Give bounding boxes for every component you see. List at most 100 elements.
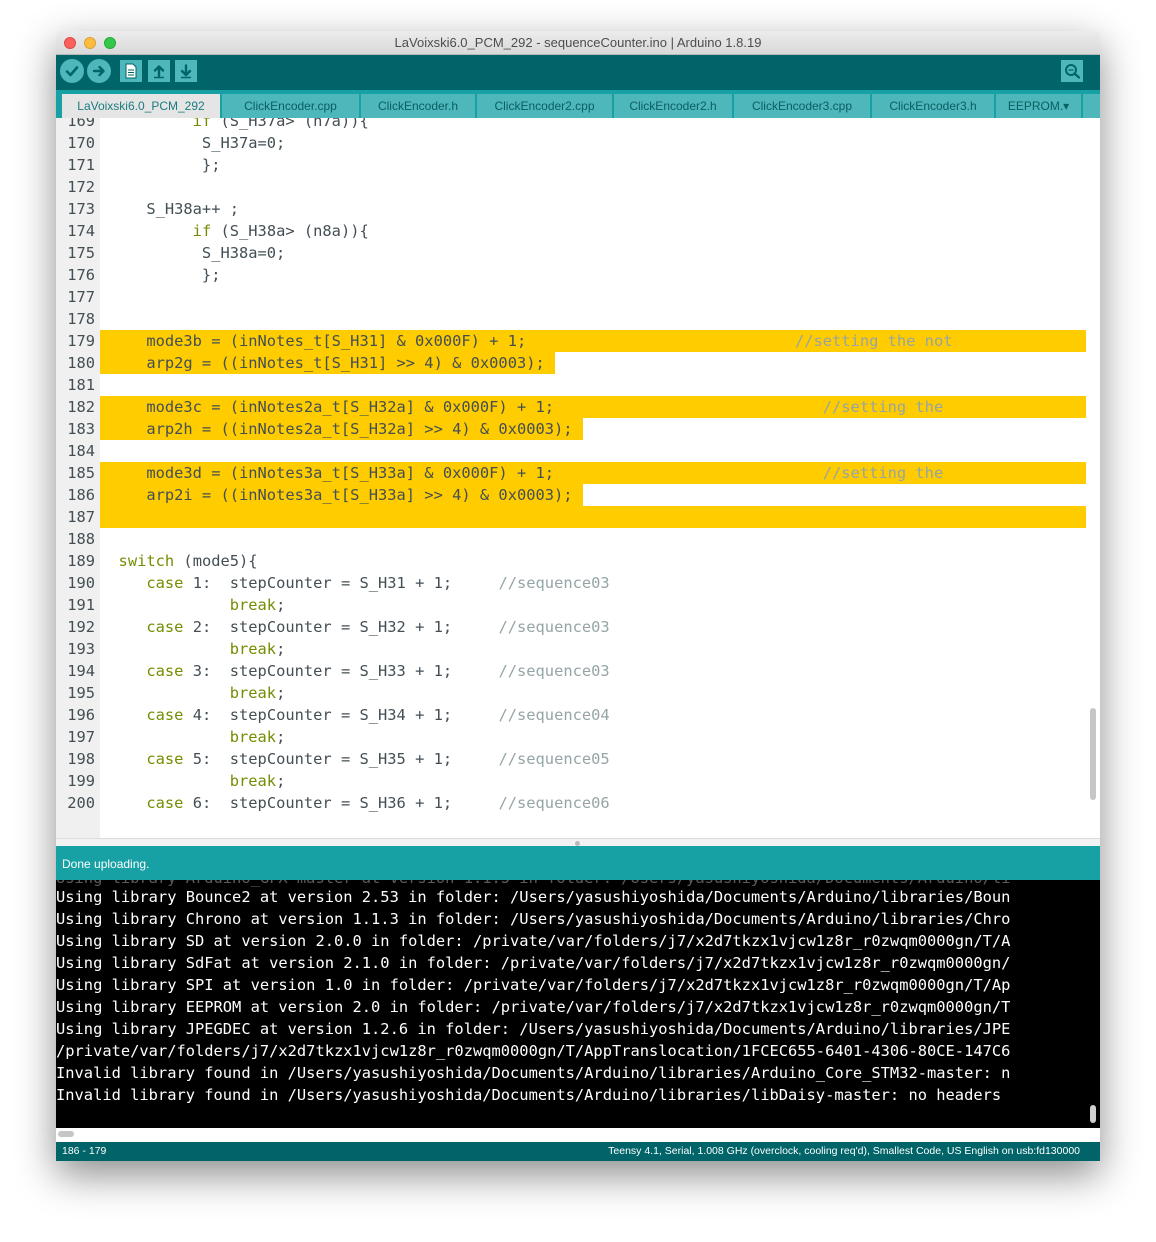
- console-horizontal-scrollbar[interactable]: [58, 1131, 74, 1137]
- code-editor[interactable]: 169 if (S_H37a> (n7a)){170 S_H37a=0; 171 …: [56, 118, 1100, 838]
- console-line: Using library JPEGDEC at version 1.2.6 i…: [56, 1020, 1011, 1038]
- code-line[interactable]: 177: [56, 286, 1086, 308]
- console-scroll-area: [56, 1128, 1100, 1142]
- verify-button[interactable]: [60, 59, 84, 83]
- console-vertical-scrollbar[interactable]: [1090, 1105, 1096, 1123]
- line-number: 195: [67, 684, 95, 702]
- code-line[interactable]: 182 mode3c = (inNotes2a_t[S_H32a] & 0x00…: [56, 396, 1086, 418]
- line-number: 171: [67, 156, 95, 174]
- line-number: 185: [67, 464, 95, 482]
- code-line[interactable]: 185 mode3d = (inNotes3a_t[S_H33a] & 0x00…: [56, 462, 1086, 484]
- line-number: 200: [67, 794, 95, 812]
- code-line[interactable]: 184: [56, 440, 1086, 462]
- code-line[interactable]: 176 };: [56, 264, 1086, 286]
- upload-button[interactable]: [87, 59, 111, 83]
- tab-lavoixski[interactable]: LaVoixski6.0_PCM_292: [62, 94, 220, 118]
- code-text: switch (mode5){: [118, 552, 258, 570]
- line-number: 178: [67, 310, 95, 328]
- console-line: Invalid library found in /Users/yasushiy…: [56, 1086, 1002, 1104]
- tab-clickencoder3-h[interactable]: ClickEncoder3.h: [872, 94, 994, 118]
- tab-clickencoder2-cpp[interactable]: ClickEncoder2.cpp: [477, 94, 612, 118]
- line-number: 196: [67, 706, 95, 724]
- code-line[interactable]: 195 break;: [56, 682, 1086, 704]
- code-text: if (S_H38a> (n8a)){: [192, 222, 369, 240]
- console-output[interactable]: Using library Arduino_GFX-master at vers…: [56, 880, 1100, 1128]
- code-text: case 3: stepCounter = S_H33 + 1; //seque…: [146, 662, 610, 680]
- code-line[interactable]: 198 case 5: stepCounter = S_H35 + 1; //s…: [56, 748, 1086, 770]
- code-line[interactable]: 188: [56, 528, 1086, 550]
- code-line[interactable]: 171 };: [56, 154, 1086, 176]
- code-line[interactable]: 194 case 3: stepCounter = S_H33 + 1; //s…: [56, 660, 1086, 682]
- code-line[interactable]: 180 arp2g = ((inNotes_t[S_H31] >> 4) & 0…: [56, 352, 1086, 374]
- code-text: break;: [229, 640, 286, 658]
- code-text: S_H38a++ ;: [100, 200, 239, 218]
- code-text: case 1: stepCounter = S_H31 + 1; //seque…: [146, 574, 610, 592]
- tab-overflow[interactable]: [1083, 94, 1100, 118]
- line-number: 172: [67, 178, 95, 196]
- line-number: 197: [67, 728, 95, 746]
- line-number: 193: [67, 640, 95, 658]
- line-number: 180: [67, 354, 95, 372]
- code-line[interactable]: 178: [56, 308, 1086, 330]
- code-line[interactable]: 191 break;: [56, 594, 1086, 616]
- tab-clickencoder-h[interactable]: ClickEncoder.h: [361, 94, 475, 118]
- line-number: 176: [67, 266, 95, 284]
- new-sketch-button[interactable]: [120, 60, 142, 82]
- line-number: 183: [67, 420, 95, 438]
- code-text: arp2g = ((inNotes_t[S_H31] >> 4) & 0x000…: [100, 352, 555, 374]
- line-number: 181: [67, 376, 95, 394]
- arrow-up-icon: [153, 65, 165, 79]
- line-number: 169: [67, 118, 95, 130]
- editor-vertical-scrollbar[interactable]: [1090, 708, 1096, 800]
- line-number: 194: [67, 662, 95, 680]
- code-line[interactable]: 192 case 2: stepCounter = S_H32 + 1; //s…: [56, 616, 1086, 638]
- magnifier-icon: [1065, 64, 1081, 79]
- serial-monitor-button[interactable]: [1061, 60, 1083, 82]
- line-number: 184: [67, 442, 95, 460]
- code-line[interactable]: 196 case 4: stepCounter = S_H34 + 1; //s…: [56, 704, 1086, 726]
- code-line[interactable]: 189 switch (mode5){: [56, 550, 1086, 572]
- code-line[interactable]: 174 if (S_H38a> (n8a)){: [56, 220, 1086, 242]
- console-line: Using library SdFat at version 2.1.0 in …: [56, 954, 1011, 972]
- arduino-ide-window: LaVoixski6.0_PCM_292 - sequenceCounter.i…: [56, 31, 1100, 1161]
- open-sketch-button[interactable]: [148, 60, 170, 82]
- footer-bar: 186 - 179 Teensy 4.1, Serial, 1.008 GHz …: [56, 1142, 1100, 1161]
- arrow-down-icon: [180, 64, 192, 79]
- save-sketch-button[interactable]: [175, 60, 197, 82]
- console-line: Using library SPI at version 1.0 in fold…: [56, 976, 1011, 994]
- status-bar: Done uploading.: [56, 846, 1100, 880]
- code-text: case 5: stepCounter = S_H35 + 1; //seque…: [146, 750, 610, 768]
- line-number: 190: [67, 574, 95, 592]
- code-line[interactable]: 190 case 1: stepCounter = S_H31 + 1; //s…: [56, 572, 1086, 594]
- tab-eeprom-dropdown[interactable]: EEPROM.▾: [996, 94, 1081, 118]
- code-line[interactable]: 193 break;: [56, 638, 1086, 660]
- tab-clickencoder2-h[interactable]: ClickEncoder2.h: [614, 94, 732, 118]
- code-line[interactable]: 170 S_H37a=0;: [56, 132, 1086, 154]
- tab-bar: LaVoixski6.0_PCM_292 ClickEncoder.cpp Cl…: [56, 90, 1100, 118]
- code-line[interactable]: 186 arp2i = ((inNotes3a_t[S_H33a] >> 4) …: [56, 484, 1086, 506]
- line-number: 182: [67, 398, 95, 416]
- line-number: 189: [67, 552, 95, 570]
- console-line: Invalid library found in /Users/yasushiy…: [56, 1064, 1011, 1082]
- tab-clickencoder-cpp[interactable]: ClickEncoder.cpp: [222, 94, 359, 118]
- code-line[interactable]: 175 S_H38a=0;: [56, 242, 1086, 264]
- code-line[interactable]: 183 arp2h = ((inNotes2a_t[S_H32a] >> 4) …: [56, 418, 1086, 440]
- code-line[interactable]: 173 S_H38a++ ;: [56, 198, 1086, 220]
- code-text: S_H38a=0;: [100, 244, 286, 262]
- code-line[interactable]: 172: [56, 176, 1086, 198]
- code-line[interactable]: 187: [56, 506, 1086, 528]
- code-line[interactable]: 200 case 6: stepCounter = S_H36 + 1; //s…: [56, 792, 1086, 814]
- line-number: 192: [67, 618, 95, 636]
- window-title: LaVoixski6.0_PCM_292 - sequenceCounter.i…: [394, 35, 762, 50]
- code-line[interactable]: 199 break;: [56, 770, 1086, 792]
- line-number: 187: [67, 508, 95, 526]
- code-text: break;: [229, 596, 286, 614]
- tab-clickencoder3-cpp[interactable]: ClickEncoder3.cpp: [734, 94, 870, 118]
- line-number: 179: [67, 332, 95, 350]
- code-line[interactable]: 169 if (S_H37a> (n7a)){: [56, 118, 1086, 132]
- code-line[interactable]: 197 break;: [56, 726, 1086, 748]
- code-line[interactable]: 179 mode3b = (inNotes_t[S_H31] & 0x000F)…: [56, 330, 1086, 352]
- code-text: break;: [229, 684, 286, 702]
- code-text: case 6: stepCounter = S_H36 + 1; //seque…: [146, 794, 610, 812]
- code-line[interactable]: 181: [56, 374, 1086, 396]
